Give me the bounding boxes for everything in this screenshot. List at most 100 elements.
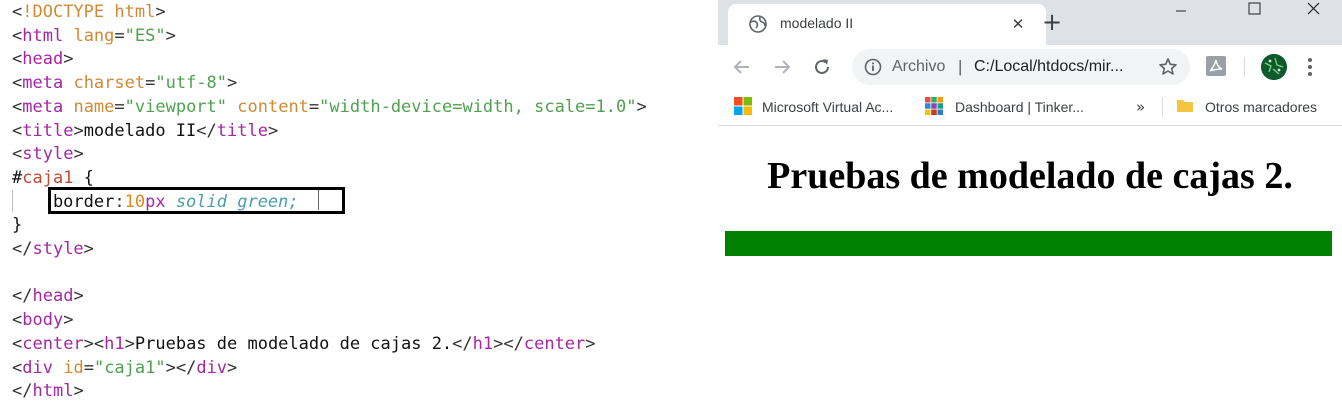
code-token: >: [63, 310, 74, 331]
code-token: {: [73, 167, 94, 188]
code-token: >: [267, 120, 279, 141]
code-token: </: [12, 286, 33, 307]
back-arrow-icon[interactable]: [730, 55, 754, 79]
folder-icon: [1176, 97, 1194, 115]
code-line: <body>: [12, 308, 73, 332]
code-token: head: [32, 286, 74, 307]
code-token: <: [12, 49, 23, 70]
close-window-icon[interactable]: [1288, 0, 1334, 22]
microsoft-logo-icon: [734, 97, 752, 115]
caja1-box: [725, 231, 1332, 256]
code-token: "ES": [124, 25, 166, 46]
code-token: "utf-8": [155, 73, 228, 94]
code-token: Pruebas de modelado de cajas 2.: [134, 333, 453, 354]
code-token: >: [155, 2, 166, 22]
code-editor[interactable]: <!DOCTYPE html> <html lang="ES"> <head> <me…: [0, 0, 718, 405]
code-token: =: [83, 357, 94, 378]
code-line: </style>: [12, 237, 94, 261]
code-token: html: [22, 25, 64, 46]
code-token: >: [63, 49, 74, 70]
reload-icon[interactable]: [810, 55, 834, 79]
more-bookmarks-icon[interactable]: »: [1136, 96, 1145, 118]
bookmark-microsoft[interactable]: Microsoft Virtual Ac...: [762, 96, 893, 118]
code-token: title: [216, 120, 268, 141]
code-token: >: [73, 286, 84, 307]
bookmark-star-icon[interactable]: [1158, 57, 1178, 77]
code-token: ><: [83, 333, 105, 354]
code-line: </html>: [12, 379, 84, 403]
code-token: <: [12, 310, 23, 331]
code-token: ></: [165, 357, 197, 378]
code-line: <meta charset="utf-8">: [12, 71, 237, 95]
maximize-icon[interactable]: [1230, 0, 1276, 22]
highlight-box: [48, 187, 345, 214]
url-text[interactable]: C:/Local/htdocs/mir...: [974, 58, 1123, 76]
code-token: head: [22, 49, 64, 70]
indent-guide: [12, 190, 13, 212]
code-token: </: [12, 381, 33, 402]
code-token: modelado II: [83, 120, 197, 141]
code-token: =: [308, 96, 320, 117]
code-token: <: [12, 357, 23, 378]
code-token: >: [227, 357, 238, 378]
code-token: html: [32, 381, 74, 402]
code-token: <: [12, 25, 23, 46]
info-icon[interactable]: [864, 58, 882, 76]
other-bookmarks[interactable]: Otros marcadores: [1205, 96, 1317, 118]
code-token: center: [523, 333, 586, 354]
tab-modelado[interactable]: modelado II ✕: [728, 4, 1046, 45]
profile-avatar[interactable]: [1261, 54, 1287, 80]
code-token: =: [145, 73, 156, 94]
code-token: <: [12, 96, 23, 117]
code-token: center: [22, 333, 84, 354]
code-token: <: [12, 333, 23, 354]
menu-kebab-icon[interactable]: [1303, 55, 1317, 79]
code-token: <: [12, 2, 23, 22]
code-token: >: [73, 120, 84, 141]
code-token: >: [73, 144, 84, 165]
browser-window: modelado II ✕ + Archivo | C:/Local/htdoc…: [718, 0, 1342, 405]
code-line: <center><h1>Pruebas de modelado de cajas…: [12, 332, 596, 356]
pdf-extension-icon[interactable]: [1205, 55, 1227, 77]
code-token: =: [114, 25, 125, 46]
code-token: }: [12, 215, 23, 236]
code-token: </: [196, 120, 217, 141]
code-line: }: [12, 213, 22, 237]
address-bar[interactable]: Archivo | C:/Local/htdocs/mir...: [852, 49, 1190, 85]
code-line: <head>: [12, 47, 73, 71]
code-line: <style>: [12, 142, 84, 166]
new-tab-icon[interactable]: +: [1040, 10, 1064, 34]
code-token: charset: [73, 73, 146, 94]
forward-arrow-icon[interactable]: [770, 55, 794, 79]
code-token: style: [32, 239, 84, 259]
code-line: </head>: [12, 284, 84, 308]
code-token: ></: [493, 333, 524, 354]
tinkercad-logo-icon: [925, 97, 943, 115]
code-token: >: [585, 333, 596, 354]
code-token: <: [12, 73, 23, 94]
code-line: <title>modelado II</title>: [12, 119, 278, 143]
tab-strip: modelado II ✕ +: [718, 0, 1342, 45]
code-token: <: [12, 120, 23, 141]
code-line: <div id="caja1"></div>: [12, 356, 237, 380]
minimize-icon[interactable]: [1158, 0, 1204, 22]
close-tab-icon[interactable]: ✕: [1008, 14, 1028, 34]
code-token: #: [12, 167, 23, 188]
code-token: content: [237, 96, 309, 117]
code-token: caja1: [22, 167, 74, 188]
code-token: >: [83, 239, 94, 259]
url-separator: |: [958, 57, 963, 76]
code-token: >: [73, 381, 84, 402]
code-line: <html lang="ES">: [12, 24, 176, 48]
code-token: id: [63, 357, 84, 378]
bookmarks-divider: [1162, 97, 1163, 117]
bookmark-tinkercad[interactable]: Dashboard | Tinker...: [955, 96, 1084, 118]
code-token: >: [165, 25, 176, 46]
page-viewport: Pruebas de modelado de cajas 2.: [718, 126, 1342, 405]
code-token: !DOCTYPE html: [22, 2, 156, 22]
code-token: h1: [472, 333, 494, 354]
code-line: <meta name="viewport" content="width-dev…: [12, 95, 647, 119]
